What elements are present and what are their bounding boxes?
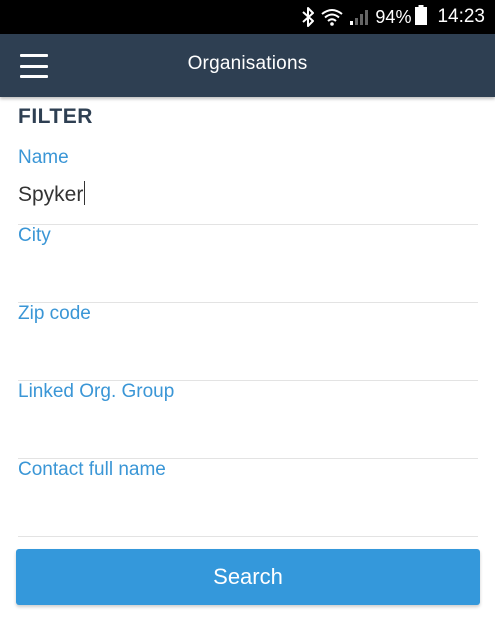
linked-org-group-input[interactable] bbox=[18, 413, 478, 443]
filter-heading: FILTER bbox=[18, 105, 93, 128]
city-label: City bbox=[18, 225, 51, 246]
bluetooth-icon bbox=[301, 7, 315, 27]
contact-full-name-field[interactable]: Contact full name bbox=[18, 459, 478, 537]
battery-percent: 94% bbox=[375, 6, 412, 27]
menu-line bbox=[20, 75, 48, 78]
page-title: Organisations bbox=[187, 53, 308, 74]
city-field[interactable]: City bbox=[18, 225, 478, 303]
text-cursor bbox=[84, 181, 86, 205]
name-field[interactable]: Name Spyker bbox=[18, 147, 478, 225]
name-label: Name bbox=[18, 147, 69, 168]
search-button[interactable]: Search bbox=[16, 549, 480, 605]
name-input[interactable]: Spyker bbox=[18, 181, 86, 207]
status-bar: 94% 14:23 bbox=[0, 0, 495, 34]
zip-code-field[interactable]: Zip code bbox=[18, 303, 478, 381]
app-bar: Organisations bbox=[0, 34, 495, 97]
linked-org-group-field[interactable]: Linked Org. Group bbox=[18, 381, 478, 459]
zip-code-input[interactable] bbox=[18, 335, 478, 365]
battery-icon bbox=[415, 4, 428, 30]
contact-full-name-label: Contact full name bbox=[18, 459, 166, 480]
city-input[interactable] bbox=[18, 257, 478, 287]
contact-full-name-input[interactable] bbox=[18, 491, 478, 521]
linked-org-group-label: Linked Org. Group bbox=[18, 381, 175, 402]
wifi-icon bbox=[321, 8, 344, 26]
name-value: Spyker bbox=[18, 183, 84, 206]
clock: 14:23 bbox=[437, 6, 485, 27]
signal-icon bbox=[349, 8, 369, 26]
zip-code-label: Zip code bbox=[18, 303, 91, 324]
